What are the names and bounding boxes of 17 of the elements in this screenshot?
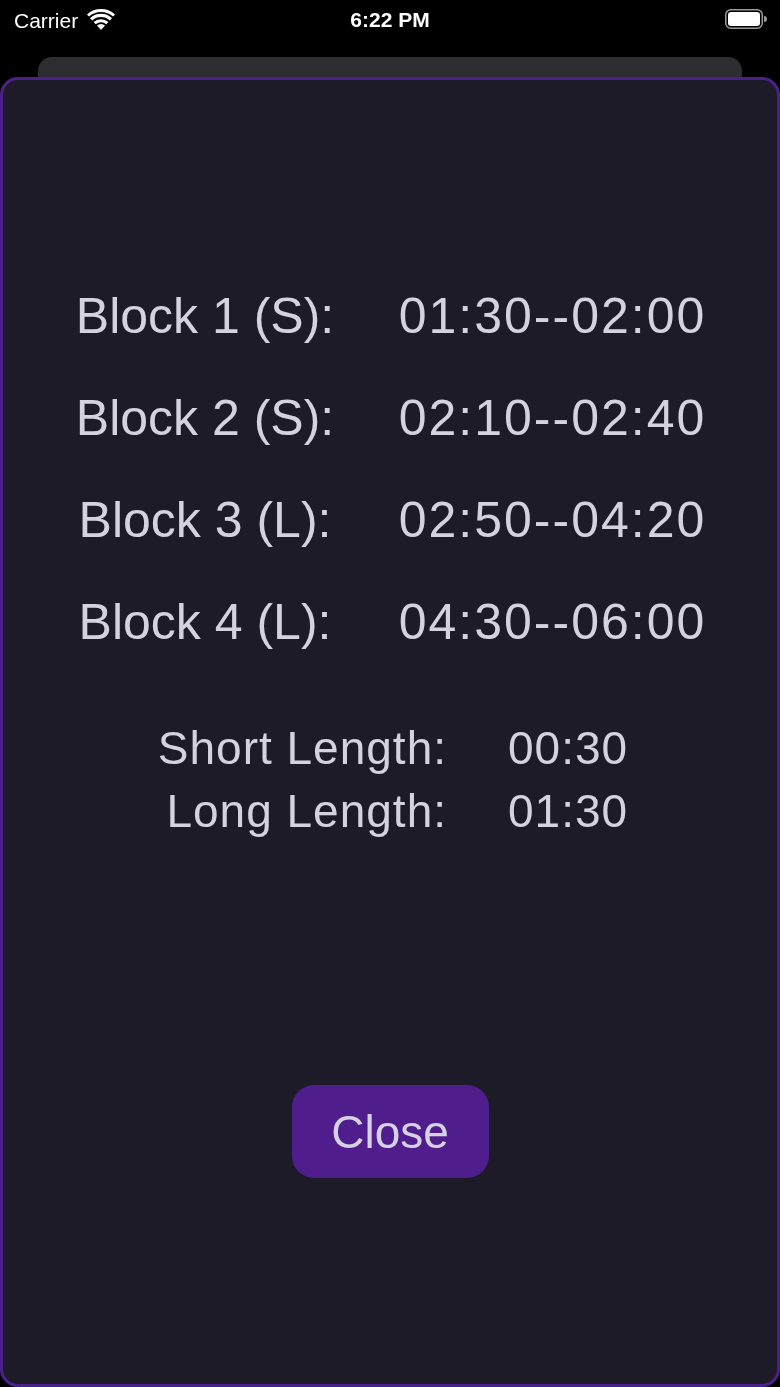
time-range: 02:50--04:20 [398, 492, 707, 548]
length-value: 01:30 [508, 784, 629, 839]
time-range: 02:10--02:40 [398, 390, 707, 446]
wifi-icon [87, 9, 116, 30]
block-label: Block 4 (L): [78, 594, 332, 650]
block-label: Block 2 (S): [75, 390, 335, 446]
battery-icon [725, 9, 767, 29]
length-value: 00:30 [508, 721, 629, 776]
time-range: 04:30--06:00 [398, 594, 707, 650]
carrier-label: Carrier [14, 9, 79, 33]
close-button[interactable]: Close [291, 1085, 489, 1178]
length-label: Long Length: [166, 784, 447, 839]
block-label: Block 3 (L): [78, 492, 332, 548]
block-label: Block 1 (S): [75, 288, 335, 344]
time-range: 01:30--02:00 [398, 288, 707, 344]
time-label: 6:22 PM [350, 8, 430, 32]
length-label: Short Length: [157, 721, 447, 776]
